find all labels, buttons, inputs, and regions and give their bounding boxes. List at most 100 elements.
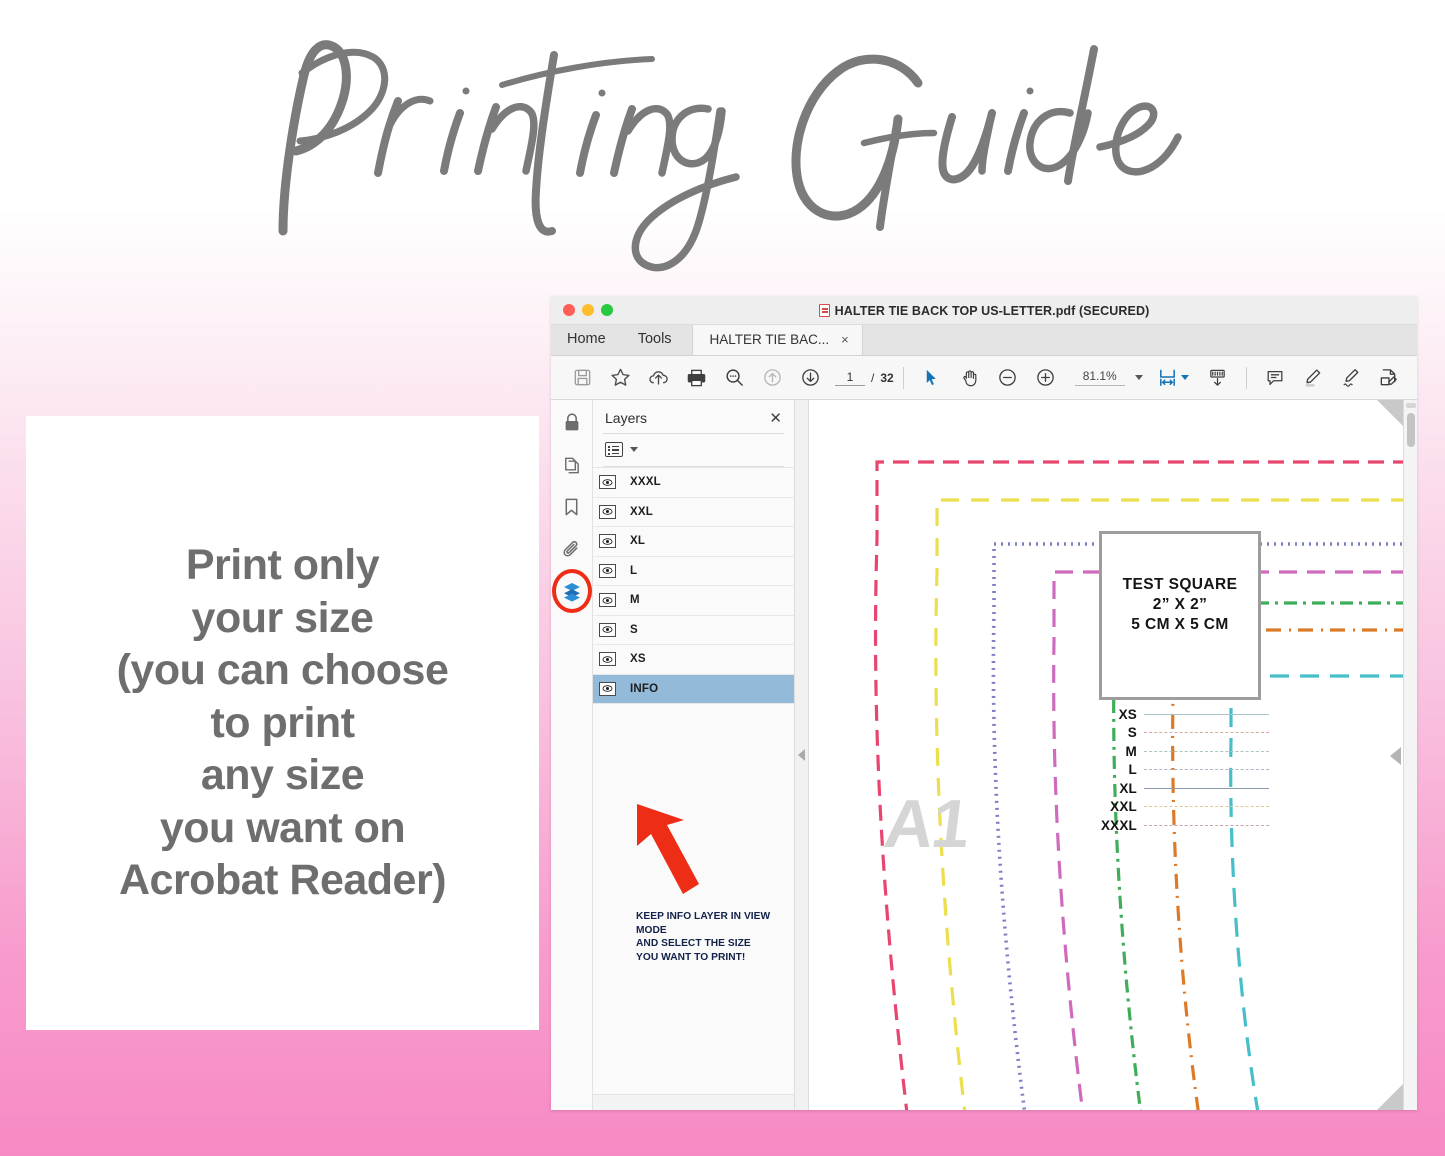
toolbar-divider: [1246, 367, 1247, 389]
eye-visibility-icon[interactable]: [599, 682, 616, 696]
print-icon[interactable]: [677, 359, 715, 397]
panel-collapse-handle[interactable]: [795, 400, 809, 1110]
page-total: 32: [880, 371, 893, 385]
legend-line: [1144, 825, 1269, 826]
scrollbar-thumb[interactable]: [1407, 413, 1415, 447]
layers-panel: Layers ✕ XXXL: [593, 400, 795, 1110]
legend-label: XXL: [1094, 799, 1144, 814]
annotation-line-1: KEEP INFO LAYER IN VIEW MODE: [636, 910, 794, 937]
previous-page-icon[interactable]: [753, 359, 791, 397]
next-page-icon[interactable]: [791, 359, 829, 397]
layer-row[interactable]: XS: [593, 645, 794, 675]
tab-document[interactable]: HALTER TIE BAC... ×: [692, 324, 863, 355]
page-edge-marker: [1390, 747, 1401, 765]
acrobat-reader-window: HALTER TIE BACK TOP US-LETTER.pdf (SECUR…: [551, 296, 1417, 1110]
tab-strip: Home Tools HALTER TIE BAC... ×: [551, 325, 1417, 356]
page-number-input[interactable]: [835, 370, 865, 386]
layer-row[interactable]: XXL: [593, 498, 794, 528]
zoom-in-icon[interactable]: [1027, 359, 1065, 397]
page-corner-marker: [1377, 400, 1403, 426]
page-thumbnails-icon[interactable]: [559, 452, 585, 478]
sign-icon[interactable]: [1332, 359, 1370, 397]
eye-visibility-icon[interactable]: [599, 623, 616, 637]
star-icon[interactable]: [601, 359, 639, 397]
chevron-down-icon[interactable]: [1135, 375, 1143, 380]
tab-document-label: HALTER TIE BAC...: [710, 332, 830, 347]
layers-options-menu[interactable]: [593, 434, 794, 466]
search-icon[interactable]: [715, 359, 753, 397]
annotation-text: KEEP INFO LAYER IN VIEW MODE AND SELECT …: [636, 910, 794, 964]
fit-options-chevron-icon[interactable]: [1181, 375, 1189, 380]
scrollbar-cap: [1406, 403, 1416, 408]
page-navigation[interactable]: / 32: [835, 370, 894, 386]
layer-label: L: [630, 565, 637, 577]
window-title-text: HALTER TIE BACK TOP US-LETTER.pdf (SECUR…: [835, 304, 1150, 318]
legend-row: S: [1094, 724, 1269, 743]
legend-line: [1144, 732, 1269, 733]
scroll-mode-icon[interactable]: [1199, 359, 1237, 397]
select-cursor-icon[interactable]: [913, 359, 951, 397]
page-title: [0, 10, 1445, 275]
eye-visibility-icon[interactable]: [599, 593, 616, 607]
document-view[interactable]: A1 TEST SQUARE 2” X 2” 5 CM X 5 CM XS S: [809, 400, 1417, 1110]
vertical-scrollbar[interactable]: [1403, 400, 1417, 1110]
eye-visibility-icon[interactable]: [599, 564, 616, 578]
hand-tool-icon[interactable]: [951, 359, 989, 397]
instructions-card: Print only your size (you can choose to …: [26, 416, 539, 1030]
comment-icon[interactable]: [1256, 359, 1294, 397]
annotation-line-2: AND SELECT THE SIZE: [636, 937, 794, 951]
save-icon[interactable]: [563, 359, 601, 397]
window-title: HALTER TIE BACK TOP US-LETTER.pdf (SECUR…: [551, 302, 1417, 318]
chevron-down-icon[interactable]: [630, 447, 638, 452]
legend-label: XXXL: [1094, 818, 1144, 833]
legend-label: S: [1094, 725, 1144, 740]
layer-label: M: [630, 594, 640, 606]
eye-visibility-icon[interactable]: [599, 475, 616, 489]
zoom-out-icon[interactable]: [989, 359, 1027, 397]
instruction-line: your size: [192, 592, 374, 644]
layer-label: INFO: [630, 683, 658, 695]
instruction-line: Acrobat Reader): [119, 854, 446, 906]
layer-row[interactable]: L: [593, 557, 794, 587]
legend-line: [1144, 788, 1269, 789]
layer-row[interactable]: S: [593, 616, 794, 646]
close-icon[interactable]: ×: [841, 332, 849, 347]
zoom-level-control[interactable]: 81.1%: [1075, 369, 1143, 386]
test-square-line-1: TEST SQUARE: [1123, 575, 1238, 595]
attachment-paperclip-icon[interactable]: [559, 536, 585, 562]
toolbar-divider: [903, 367, 904, 389]
legend-label: XS: [1094, 707, 1144, 722]
close-icon[interactable]: ✕: [769, 411, 782, 426]
test-square-line-3: 5 CM X 5 CM: [1131, 615, 1228, 635]
legend-line: [1144, 769, 1269, 770]
test-square: TEST SQUARE 2” X 2” 5 CM X 5 CM: [1099, 531, 1261, 700]
layer-row-info-selected[interactable]: INFO: [593, 675, 794, 705]
layer-row[interactable]: M: [593, 586, 794, 616]
legend-row: M: [1094, 742, 1269, 761]
highlight-icon[interactable]: [1294, 359, 1332, 397]
instruction-line: any size: [201, 749, 364, 801]
eye-visibility-icon[interactable]: [599, 534, 616, 548]
security-lock-icon[interactable]: [559, 410, 585, 436]
instruction-line: (you can choose: [117, 644, 449, 696]
upload-cloud-icon[interactable]: [639, 359, 677, 397]
size-legend: XS S M L XL: [1094, 705, 1269, 835]
bookmark-icon[interactable]: [559, 494, 585, 520]
instruction-line: Print only: [186, 539, 379, 591]
eye-visibility-icon[interactable]: [599, 505, 616, 519]
legend-row: XXXL: [1094, 816, 1269, 835]
layer-label: XS: [630, 653, 646, 665]
collapse-panel-arrow-icon[interactable]: [798, 749, 805, 761]
edit-pdf-icon[interactable]: [1370, 359, 1408, 397]
eye-visibility-icon[interactable]: [599, 652, 616, 666]
legend-line: [1144, 751, 1269, 752]
page-separator: /: [871, 371, 874, 385]
pdf-page[interactable]: A1 TEST SQUARE 2” X 2” 5 CM X 5 CM XS S: [809, 400, 1403, 1110]
sidebar-item-layers[interactable]: [559, 578, 585, 604]
layer-row[interactable]: XL: [593, 527, 794, 557]
layer-row[interactable]: XXXL: [593, 468, 794, 498]
tab-tools[interactable]: Tools: [622, 324, 688, 355]
zoom-level-value: 81.1%: [1075, 369, 1125, 386]
list-options-icon: [605, 442, 623, 457]
tab-home[interactable]: Home: [551, 324, 622, 355]
